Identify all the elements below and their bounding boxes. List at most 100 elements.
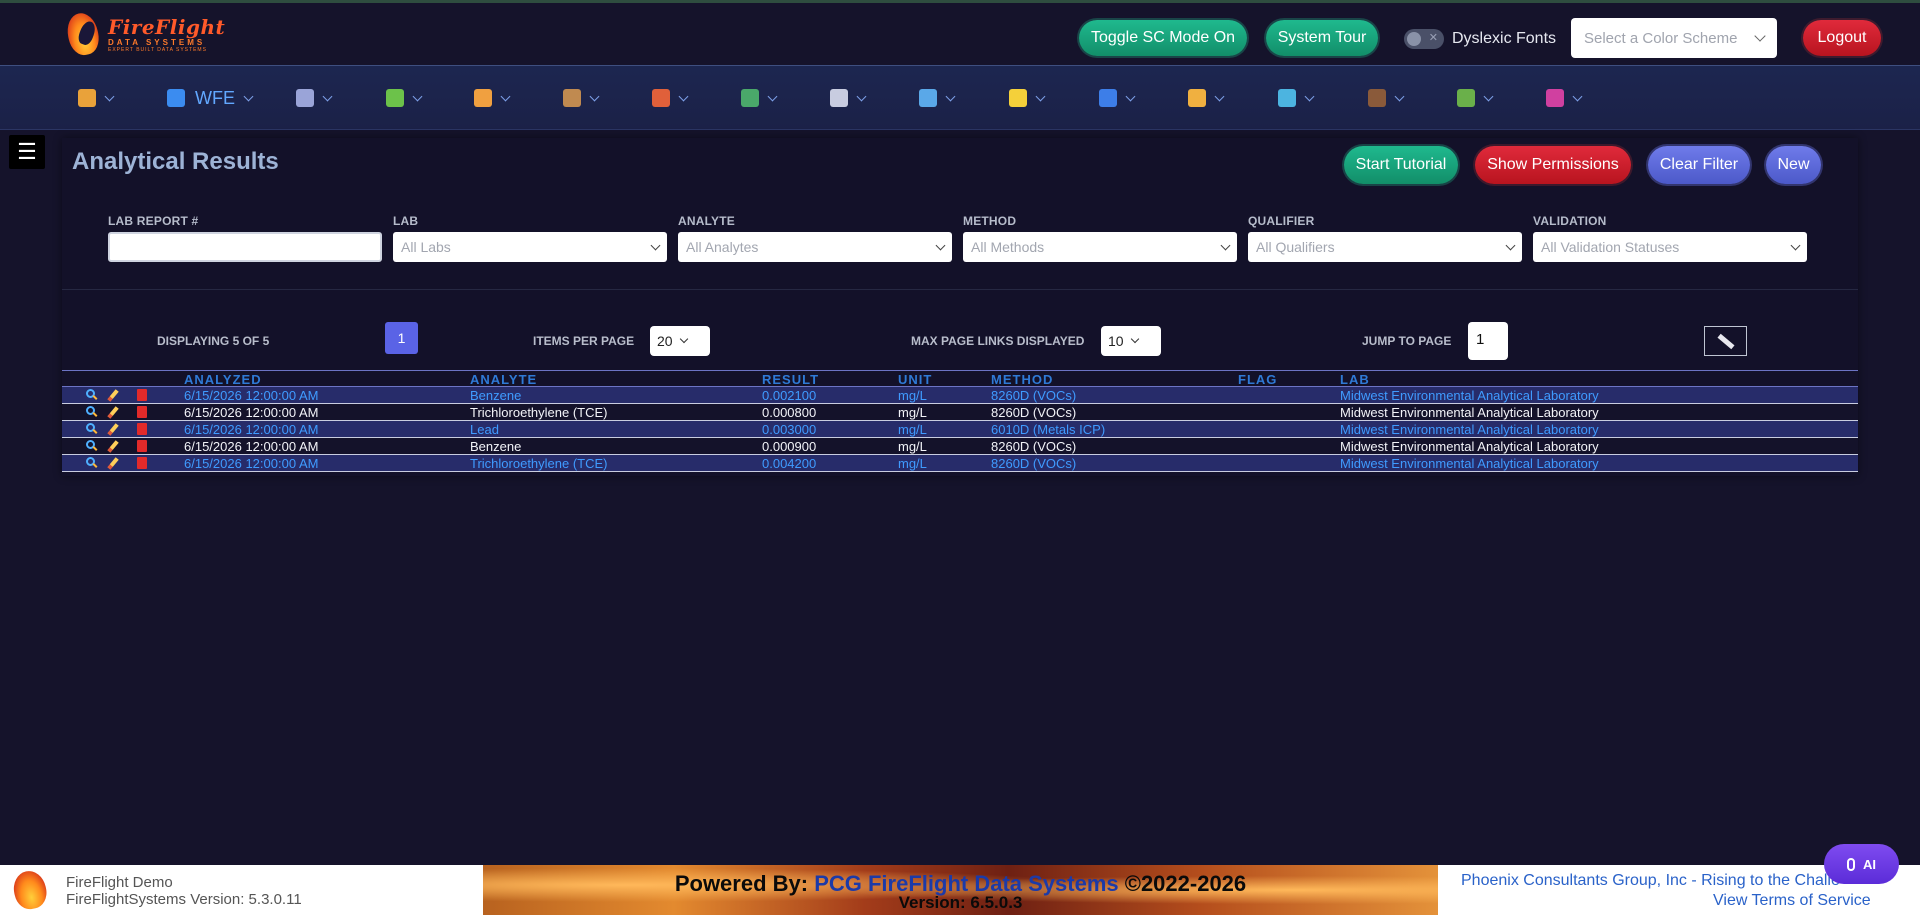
max-page-links-label: MAX PAGE LINKS DISPLAYED [911,334,1085,348]
banner-version: Version: 6.5.0.3 [898,893,1023,912]
nav-item-graduation[interactable] [1368,86,1405,110]
logout-button[interactable]: Logout [1803,20,1881,56]
nav-item-pin[interactable] [741,86,778,110]
items-per-page-select[interactable]: 20 [650,326,710,356]
chevron-down-icon [1394,91,1405,101]
nav-item-home[interactable] [78,86,115,110]
nav-item-colors[interactable] [1278,86,1315,110]
edit-pencil-icon[interactable] [107,440,123,453]
lab-select[interactable]: All Labs [393,232,667,262]
view-magnifier-icon[interactable] [86,457,98,469]
validation-select-placeholder: All Validation Statuses [1541,239,1680,255]
col-flag[interactable]: FLAG [1238,372,1277,387]
chevron-down-icon [322,91,333,101]
clear-filter-button[interactable]: Clear Filter [1648,146,1750,184]
dyslexic-fonts-toggle[interactable]: ✕ [1404,29,1444,49]
delete-trash-icon[interactable] [137,406,149,418]
nav-item-magnifier[interactable] [919,86,956,110]
cell-analyzed: 6/15/2026 12:00:00 AM [184,439,319,454]
terms-of-service-link[interactable]: View Terms of Service [1713,892,1871,910]
view-magnifier-icon[interactable] [86,389,98,401]
table-header: ANALYZED ANALYTE RESULT UNIT METHOD FLAG… [62,370,1858,387]
nav-item-shield[interactable] [1099,86,1136,110]
cell-unit: mg/L [898,388,927,403]
delete-trash-icon[interactable] [137,423,149,435]
col-analyte[interactable]: ANALYTE [470,372,537,387]
new-button[interactable]: New [1766,146,1821,184]
company-link[interactable]: Phoenix Consultants Group, Inc - Rising … [1461,872,1840,890]
view-magnifier-icon[interactable] [86,423,98,435]
start-tutorial-button[interactable]: Start Tutorial [1344,146,1458,184]
lab-label: LAB [393,214,419,228]
method-select[interactable]: All Methods [963,232,1237,262]
method-label: METHOD [963,214,1017,228]
table-row[interactable]: 6/15/2026 12:00:00 AM Lead 0.003000 mg/L 601… [62,421,1858,438]
toggle-sc-mode-button[interactable]: Toggle SC Mode On [1079,20,1247,56]
filter-divider [62,289,1858,290]
system-tour-button[interactable]: System Tour [1266,20,1378,56]
lab-select-placeholder: All Labs [401,239,451,255]
col-result[interactable]: RESULT [762,372,819,387]
lab-report-label: LAB REPORT # [108,214,199,228]
col-analyzed[interactable]: ANALYZED [184,372,262,387]
ai-assistant-button[interactable]: AI [1824,844,1899,884]
table-row[interactable]: 6/15/2026 12:00:00 AM Trichloroethylene (… [62,404,1858,421]
table-row[interactable]: 6/15/2026 12:00:00 AM Benzene 0.002100 mg/L… [62,387,1858,404]
nav-item-clipboard[interactable] [830,86,867,110]
validation-select[interactable]: All Validation Statuses [1533,232,1807,262]
show-permissions-button[interactable]: Show Permissions [1475,146,1631,184]
cell-analyte: Benzene [470,388,522,403]
nav-item-virus[interactable] [1546,86,1583,110]
table-body: 6/15/2026 12:00:00 AM Benzene 0.002100 mg/L… [62,387,1858,472]
delete-trash-icon[interactable] [137,457,149,469]
analyte-select[interactable]: All Analytes [678,232,952,262]
pin-icon [741,89,759,107]
analyte-select-placeholder: All Analytes [686,239,759,255]
cell-result: 0.003000 [762,422,817,437]
table-row[interactable]: 6/15/2026 12:00:00 AM Benzene 0.000900 mg/L… [62,438,1858,455]
edit-pencil-icon[interactable] [107,389,123,402]
chevron-down-icon [243,91,254,101]
delete-trash-icon[interactable] [137,440,149,452]
graduation-icon [1368,89,1386,107]
max-page-links-select[interactable]: 10 [1101,326,1161,356]
cell-method: 6010D (Metals ICP) [991,422,1106,437]
view-magnifier-icon[interactable] [86,406,98,418]
color-scheme-select[interactable]: Select a Color Scheme [1571,18,1777,58]
col-unit[interactable]: UNIT [898,372,932,387]
col-lab[interactable]: LAB [1340,372,1370,387]
delete-trash-icon[interactable] [137,389,149,401]
cell-method: 8260D (VOCs) [991,405,1077,420]
cell-lab: Midwest Environmental Analytical Laborat… [1340,422,1599,437]
fireflight-logo[interactable]: FireFlight DATA SYSTEMS EXPERT BUILT DAT… [62,9,242,61]
displaying-count: DISPLAYING 5 OF 5 [157,334,270,348]
table-row[interactable]: 6/15/2026 12:00:00 AM Trichloroethylene (… [62,455,1858,472]
chevron-down-icon [1304,91,1315,101]
virus-icon [1546,89,1564,107]
column-editor-button[interactable] [1704,326,1747,356]
lab-report-input[interactable] [108,232,382,262]
nav-item-leaf[interactable] [1457,86,1494,110]
analyte-label: ANALYTE [678,214,735,228]
qualifier-select[interactable]: All Qualifiers [1248,232,1522,262]
logo-line1: FireFlight [108,15,226,39]
edit-pencil-icon[interactable] [107,457,123,470]
nav-item-brick-wall[interactable] [652,86,689,110]
cell-method: 8260D (VOCs) [991,456,1077,471]
jump-to-page-input[interactable]: 1 [1468,322,1508,360]
chevron-down-icon [589,91,600,101]
nav-item-puzzle[interactable] [386,86,423,110]
nav-item-document[interactable] [296,86,333,110]
nav-item-truck[interactable] [474,86,511,110]
sidebar-toggle-menu-icon[interactable]: ☰ [9,135,45,169]
view-magnifier-icon[interactable] [86,440,98,452]
nav-item-signature[interactable] [1188,86,1225,110]
edit-pencil-icon[interactable] [107,406,123,419]
nav-item-lightbulb[interactable] [1009,86,1046,110]
col-method[interactable]: METHOD [991,372,1053,387]
page-1-button[interactable]: 1 [385,322,418,354]
nav-item-workflow[interactable]: WFE [167,86,254,110]
truck-icon [474,89,492,107]
nav-item-box[interactable] [563,86,600,110]
edit-pencil-icon[interactable] [107,423,123,436]
